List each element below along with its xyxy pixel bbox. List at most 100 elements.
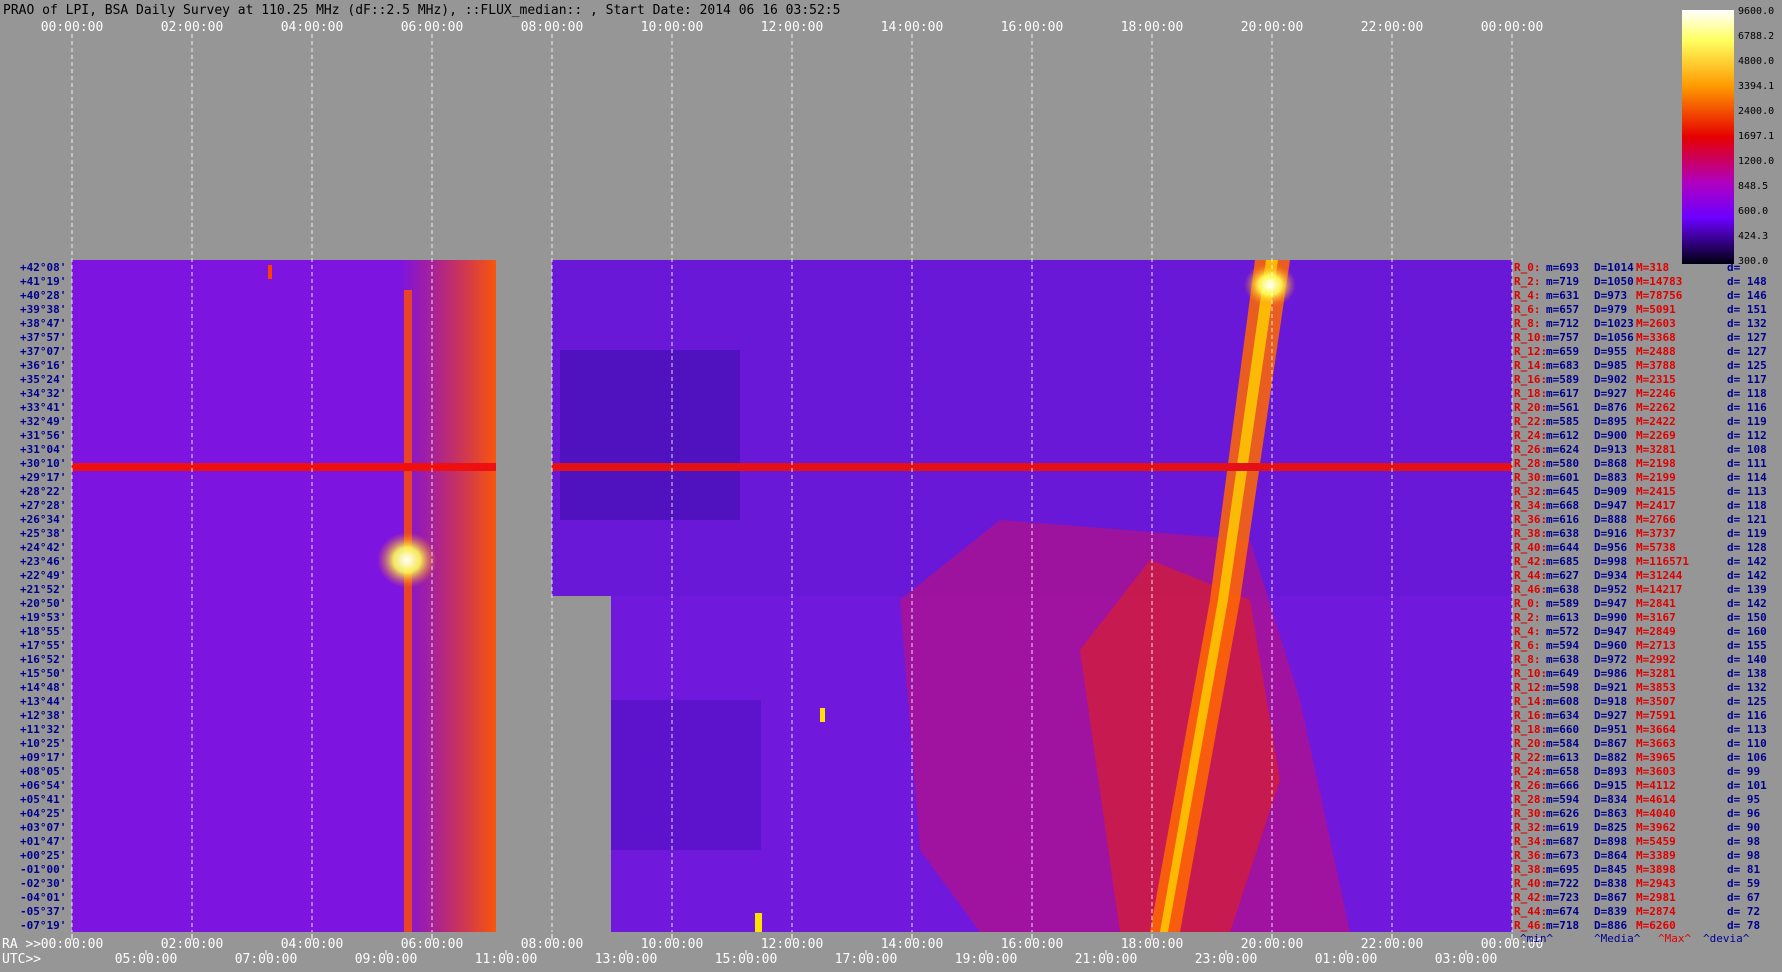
top-tick-label: 14:00:00 bbox=[881, 20, 944, 35]
beam-median: D=918 bbox=[1594, 695, 1627, 708]
colorbar-label: 9600.0 bbox=[1738, 6, 1774, 17]
beam-devia: d= 112 bbox=[1727, 429, 1767, 442]
beam-name: R_38: bbox=[1514, 527, 1547, 540]
beam-devia: d= 108 bbox=[1727, 443, 1767, 456]
beam-devia: d= 106 bbox=[1727, 751, 1767, 764]
small-source-3 bbox=[268, 265, 272, 279]
beam-median: D=867 bbox=[1594, 891, 1627, 904]
beam-median: D=845 bbox=[1594, 863, 1627, 876]
beam-median: D=915 bbox=[1594, 779, 1627, 792]
declination-label: +26°34' bbox=[20, 513, 66, 526]
declination-label: +03°07' bbox=[20, 821, 66, 834]
beam-min: m=572 bbox=[1546, 625, 1579, 638]
beam-median: D=864 bbox=[1594, 849, 1627, 862]
beam-name: R_12: bbox=[1514, 681, 1547, 694]
beam-median: D=882 bbox=[1594, 751, 1627, 764]
beam-max: M=2415 bbox=[1636, 485, 1676, 498]
beam-min: m=598 bbox=[1546, 681, 1579, 694]
declination-label: +04°25' bbox=[20, 807, 66, 820]
beam-devia: d= 132 bbox=[1727, 317, 1767, 330]
beam-min: m=613 bbox=[1546, 751, 1579, 764]
beam-min: m=644 bbox=[1546, 541, 1579, 554]
beam-name: R_42: bbox=[1514, 555, 1547, 568]
footer-min: ^min^ bbox=[1520, 932, 1553, 945]
beam-min: m=638 bbox=[1546, 583, 1579, 596]
beam-median: D=947 bbox=[1594, 597, 1627, 610]
beam-max: M=3962 bbox=[1636, 821, 1676, 834]
beam-min: m=645 bbox=[1546, 485, 1579, 498]
beam-devia: d= 142 bbox=[1727, 569, 1767, 582]
beam-median: D=956 bbox=[1594, 541, 1627, 554]
top-tick-label: 20:00:00 bbox=[1241, 20, 1304, 35]
stats-footer: ^min^ ^Media^ ^Max^ ^devia^ bbox=[1520, 932, 1750, 945]
declination-label: -05°37' bbox=[20, 905, 66, 918]
beam-name: R_22: bbox=[1514, 751, 1547, 764]
top-tick-label: 04:00:00 bbox=[281, 20, 344, 35]
declination-label: +25°38' bbox=[20, 527, 66, 540]
survey-plot-window: PRAO of LPI, BSA Daily Survey at 110.25 … bbox=[0, 0, 1782, 968]
beam-median: D=921 bbox=[1594, 681, 1627, 694]
beam-max: M=2943 bbox=[1636, 877, 1676, 890]
beam-name: R_30: bbox=[1514, 471, 1547, 484]
bottom-axes: RA >>UTC>>00:00:00 02:00:00 04:00:00 06:00:… bbox=[2, 934, 1543, 967]
beam-name: R_10: bbox=[1514, 331, 1547, 344]
declination-label: +01°47' bbox=[20, 835, 66, 848]
beam-min: m=584 bbox=[1546, 737, 1579, 750]
beam-median: D=834 bbox=[1594, 793, 1627, 806]
beam-max: M=6260 bbox=[1636, 919, 1676, 932]
beam-max: M=5738 bbox=[1636, 541, 1676, 554]
beam-median: D=902 bbox=[1594, 373, 1627, 386]
beam-devia: d= 81 bbox=[1727, 863, 1760, 876]
beam-median: D=839 bbox=[1594, 905, 1627, 918]
beam-max: M=3603 bbox=[1636, 765, 1676, 778]
beam-max: M=5459 bbox=[1636, 835, 1676, 848]
beam-max: M=2315 bbox=[1636, 373, 1676, 386]
beam-min: m=631 bbox=[1546, 289, 1579, 302]
beam-median: D=888 bbox=[1594, 513, 1627, 526]
beam-median: D=898 bbox=[1594, 835, 1627, 848]
bright-source-2 bbox=[1244, 263, 1296, 307]
beam-median: D=985 bbox=[1594, 359, 1627, 372]
declination-label: +32°49' bbox=[20, 415, 66, 428]
declination-label: +09°17' bbox=[20, 751, 66, 764]
colorbar-label: 300.0 bbox=[1738, 256, 1768, 267]
beam-name: R_16: bbox=[1514, 709, 1547, 722]
top-tick-label: 22:00:00 bbox=[1361, 20, 1424, 35]
beam-max: M=2713 bbox=[1636, 639, 1676, 652]
beam-max: M=2488 bbox=[1636, 345, 1676, 358]
beam-name: R_22: bbox=[1514, 415, 1547, 428]
beam-median: D=960 bbox=[1594, 639, 1627, 652]
beam-median: D=927 bbox=[1594, 709, 1627, 722]
beam-min: m=627 bbox=[1546, 569, 1579, 582]
colorbar-label: 3394.1 bbox=[1738, 81, 1774, 92]
beam-name: R_0: bbox=[1514, 261, 1541, 274]
beam-min: m=608 bbox=[1546, 695, 1579, 708]
beam-min: m=612 bbox=[1546, 429, 1579, 442]
beam-median: D=868 bbox=[1594, 457, 1627, 470]
beam-min: m=589 bbox=[1546, 373, 1579, 386]
beam-devia: d= 113 bbox=[1727, 723, 1767, 736]
beam-devia: d= 96 bbox=[1727, 807, 1760, 820]
bright-source bbox=[377, 532, 437, 588]
declination-label: +30°10' bbox=[20, 457, 66, 470]
beam-devia: d= 78 bbox=[1727, 919, 1760, 932]
beam-devia: d= 90 bbox=[1727, 821, 1760, 834]
beam-name: R_16: bbox=[1514, 373, 1547, 386]
beam-min: m=580 bbox=[1546, 457, 1579, 470]
beam-name: R_24: bbox=[1514, 765, 1547, 778]
beam-devia: d= 128 bbox=[1727, 541, 1767, 554]
beam-min: m=718 bbox=[1546, 919, 1579, 932]
beam-name: R_30: bbox=[1514, 807, 1547, 820]
top-tick-label: 18:00:00 bbox=[1121, 20, 1184, 35]
beam-devia: d= 101 bbox=[1727, 779, 1767, 792]
colorbar-label: 2400.0 bbox=[1738, 106, 1774, 117]
beam-name: R_26: bbox=[1514, 779, 1547, 792]
beam-min: m=561 bbox=[1546, 401, 1579, 414]
declination-label: +40°28' bbox=[20, 289, 66, 302]
beam-devia: d= 151 bbox=[1727, 303, 1767, 316]
beam-median: D=986 bbox=[1594, 667, 1627, 680]
beam-devia: d= 118 bbox=[1727, 387, 1767, 400]
beam-name: R_14: bbox=[1514, 695, 1547, 708]
declination-label: +41°19' bbox=[20, 275, 66, 288]
beam-name: R_2: bbox=[1514, 275, 1541, 288]
